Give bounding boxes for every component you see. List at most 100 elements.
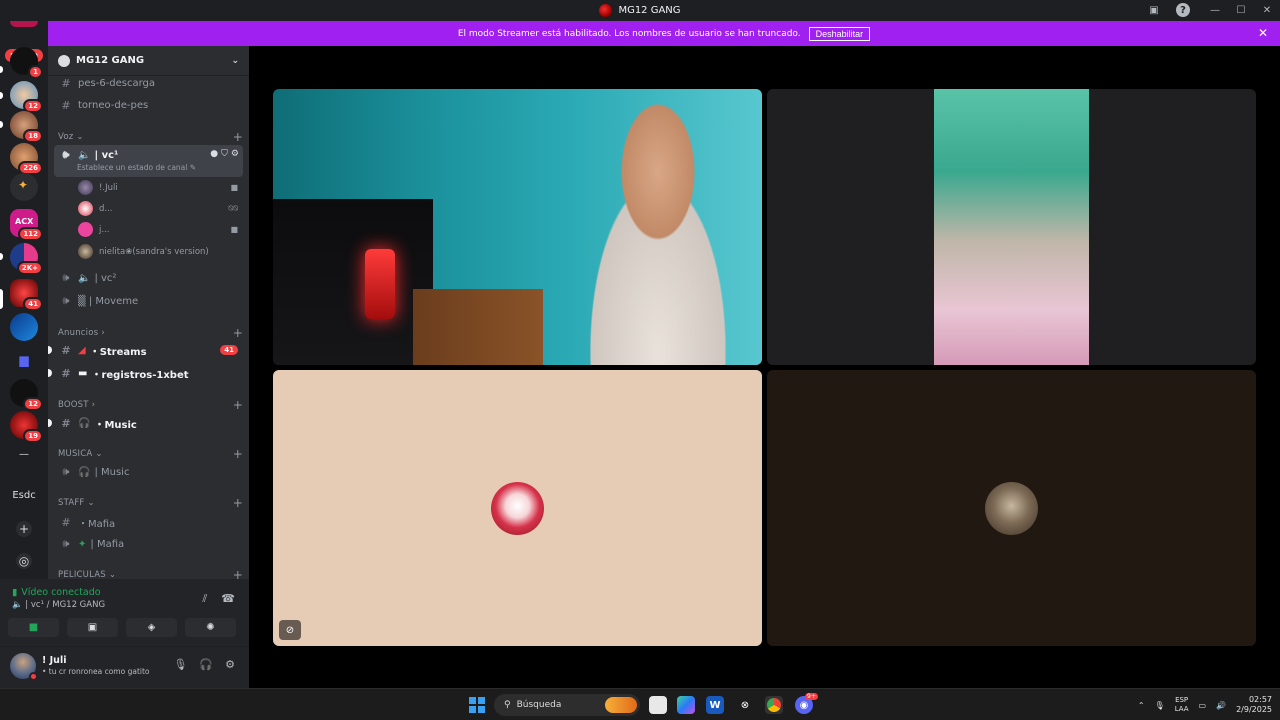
server-icon[interactable] [10, 313, 38, 341]
audio-tile[interactable] [767, 370, 1256, 646]
add-channel-icon[interactable]: + [233, 130, 243, 144]
camera-off-icon[interactable]: ⊘ [279, 620, 301, 640]
channel-registros-1xbet[interactable]: # ▬ ・registros-1xbet [48, 366, 249, 381]
category-boost[interactable]: BOOST › + [58, 398, 243, 412]
server-folder[interactable]: 2K+ [10, 243, 43, 275]
member-name: nielita❀(sandra's version) [99, 246, 209, 257]
category-musica[interactable]: MUSICA ⌄ + [58, 447, 243, 461]
task-view-icon[interactable] [649, 696, 667, 714]
disable-streamer-button[interactable]: Deshabilitar [808, 26, 871, 41]
minimize-icon[interactable]: — [1202, 5, 1228, 16]
category-staff[interactable]: STAFF ⌄ + [58, 496, 243, 510]
participant-avatar [985, 482, 1038, 535]
server-icon[interactable]: 18 [10, 111, 43, 143]
voice-channel-music[interactable]: 🕪 🎧 | Music [48, 465, 249, 479]
add-channel-icon[interactable]: + [233, 398, 243, 412]
server-icon[interactable]: 226 [10, 143, 43, 175]
gear-icon[interactable]: ⚙ [231, 149, 239, 159]
window-controls: — ☐ ✕ [1202, 0, 1280, 21]
camera-button[interactable]: ■ [8, 618, 59, 637]
voice-member[interactable]: d... ⍉⍉ [78, 201, 238, 216]
channel-mafia[interactable]: # ・Mafia [48, 515, 249, 530]
chrome-icon[interactable] [765, 696, 783, 714]
video-tile[interactable] [767, 89, 1256, 365]
gear-icon[interactable]: ⚙ [225, 658, 235, 671]
category-anuncios[interactable]: Anuncios › + [58, 326, 243, 340]
member-name: d... [99, 203, 113, 214]
server-icon[interactable]: 1 [10, 47, 43, 79]
screen-share-status-icon[interactable]: ▣ [1147, 3, 1161, 17]
word-icon[interactable]: W [706, 696, 724, 714]
chevron-up-icon[interactable]: ⌃ [1138, 701, 1145, 710]
voice-channel-moveme[interactable]: 🕪 ▒ | Moveme [48, 294, 249, 308]
server-icon[interactable]: ACX 112 [10, 209, 43, 241]
taskbar-search[interactable]: ⚲ Búsqueda [494, 694, 640, 716]
server-icon[interactable]: 19 [10, 411, 43, 443]
channel-status[interactable]: Establece un estado de canal ✎ [77, 163, 196, 172]
screen-share-button[interactable]: ▣ [67, 618, 118, 637]
server-icon[interactable]: 12 [10, 81, 43, 113]
server-header[interactable]: MG12 GANG ⌄ [48, 46, 249, 76]
discover-icon[interactable]: ◎ [16, 553, 32, 569]
language-code: ESP [1175, 696, 1189, 704]
microphone-icon[interactable]: 🎙 [173, 658, 187, 671]
window-title-text: MG12 GANG [618, 5, 681, 16]
headphones-icon[interactable]: 🎧 [199, 658, 213, 671]
close-banner-icon[interactable]: ✕ [1258, 26, 1268, 40]
volume-icon[interactable]: 🔊 [1216, 701, 1226, 710]
disconnect-icon[interactable]: ☎ [221, 592, 235, 606]
add-channel-icon[interactable]: + [233, 496, 243, 510]
volume-icon: 🔈 [78, 149, 91, 161]
server-icon-mg12[interactable]: 41 [10, 279, 43, 311]
folder-icon[interactable]: ▆ [16, 352, 32, 368]
copilot-icon[interactable] [677, 696, 695, 714]
category-peliculas[interactable]: PELICULAS ⌄ + [58, 568, 243, 579]
add-server-icon[interactable]: + [16, 521, 32, 537]
server-badge: 41 [23, 297, 43, 311]
channel-torneo-de-pes[interactable]: # torneo-de-pes [48, 98, 249, 112]
microphone-icon[interactable]: 🎙 [1155, 701, 1165, 710]
voice-member[interactable]: !.Juli ■ [78, 180, 238, 195]
maximize-icon[interactable]: ☐ [1228, 5, 1254, 16]
category-voz[interactable]: Voz ⌄ + [58, 130, 243, 144]
add-channel-icon[interactable]: + [233, 326, 243, 340]
user-name[interactable]: ! Juli [42, 655, 66, 666]
category-label: Voz [58, 132, 74, 142]
chat-icon[interactable]: ● [210, 149, 218, 159]
search-label: Búsqueda [516, 700, 562, 710]
server-icon[interactable] [10, 21, 38, 27]
add-channel-icon[interactable]: + [233, 568, 243, 579]
voice-member[interactable]: nielita❀(sandra's version) [78, 244, 238, 259]
add-channel-icon[interactable]: + [233, 447, 243, 461]
video-stage: ⊘ [249, 46, 1280, 688]
network-icon[interactable]: ▭ [1199, 701, 1207, 710]
video-tile[interactable] [273, 89, 762, 365]
soundboard-button[interactable]: ✺ [185, 618, 236, 637]
add-member-icon[interactable]: ⛉ [221, 149, 228, 159]
server-icon[interactable]: ✦ [10, 173, 38, 201]
close-window-icon[interactable]: ✕ [1254, 5, 1280, 16]
help-icon[interactable]: ? [1176, 3, 1190, 17]
activity-button[interactable]: ◈ [126, 618, 177, 637]
speaker-icon: 🕪 [62, 148, 70, 161]
xbox-icon[interactable]: ⊗ [736, 696, 754, 714]
noise-suppression-icon[interactable]: ⫽ [202, 592, 207, 606]
hash-icon: # [61, 416, 71, 430]
language-indicator[interactable]: ESP LAA [1175, 696, 1189, 714]
channel-streams[interactable]: # ◢ ・Streams 41 [48, 343, 249, 358]
channel-music[interactable]: # 🎧 ・Music [48, 416, 249, 431]
voice-connected-status[interactable]: ▮ Vídeo conectado [12, 587, 101, 598]
windows-start-icon[interactable] [469, 697, 485, 713]
channel-label: ・Streams [89, 346, 147, 358]
voice-channel-mafia[interactable]: 🕪 ✦ | Mafia [48, 537, 249, 551]
server-text-icon[interactable]: Esdc [6, 490, 42, 501]
channel-pes-6-descarga[interactable]: # pes-6-descarga [48, 76, 249, 90]
voice-member[interactable]: j... ■ [78, 222, 238, 237]
clock[interactable]: 02:57 2/9/2025 [1236, 695, 1272, 715]
server-icon[interactable]: 12 [10, 379, 43, 411]
voice-channel-vc2[interactable]: 🕪 🔈 | vc² [48, 271, 249, 285]
user-avatar[interactable] [10, 653, 38, 681]
audio-tile[interactable]: ⊘ [273, 370, 762, 646]
voice-channel-link[interactable]: 🔈 | vc¹ / MG12 GANG [12, 600, 105, 610]
unread-pill [0, 121, 3, 128]
